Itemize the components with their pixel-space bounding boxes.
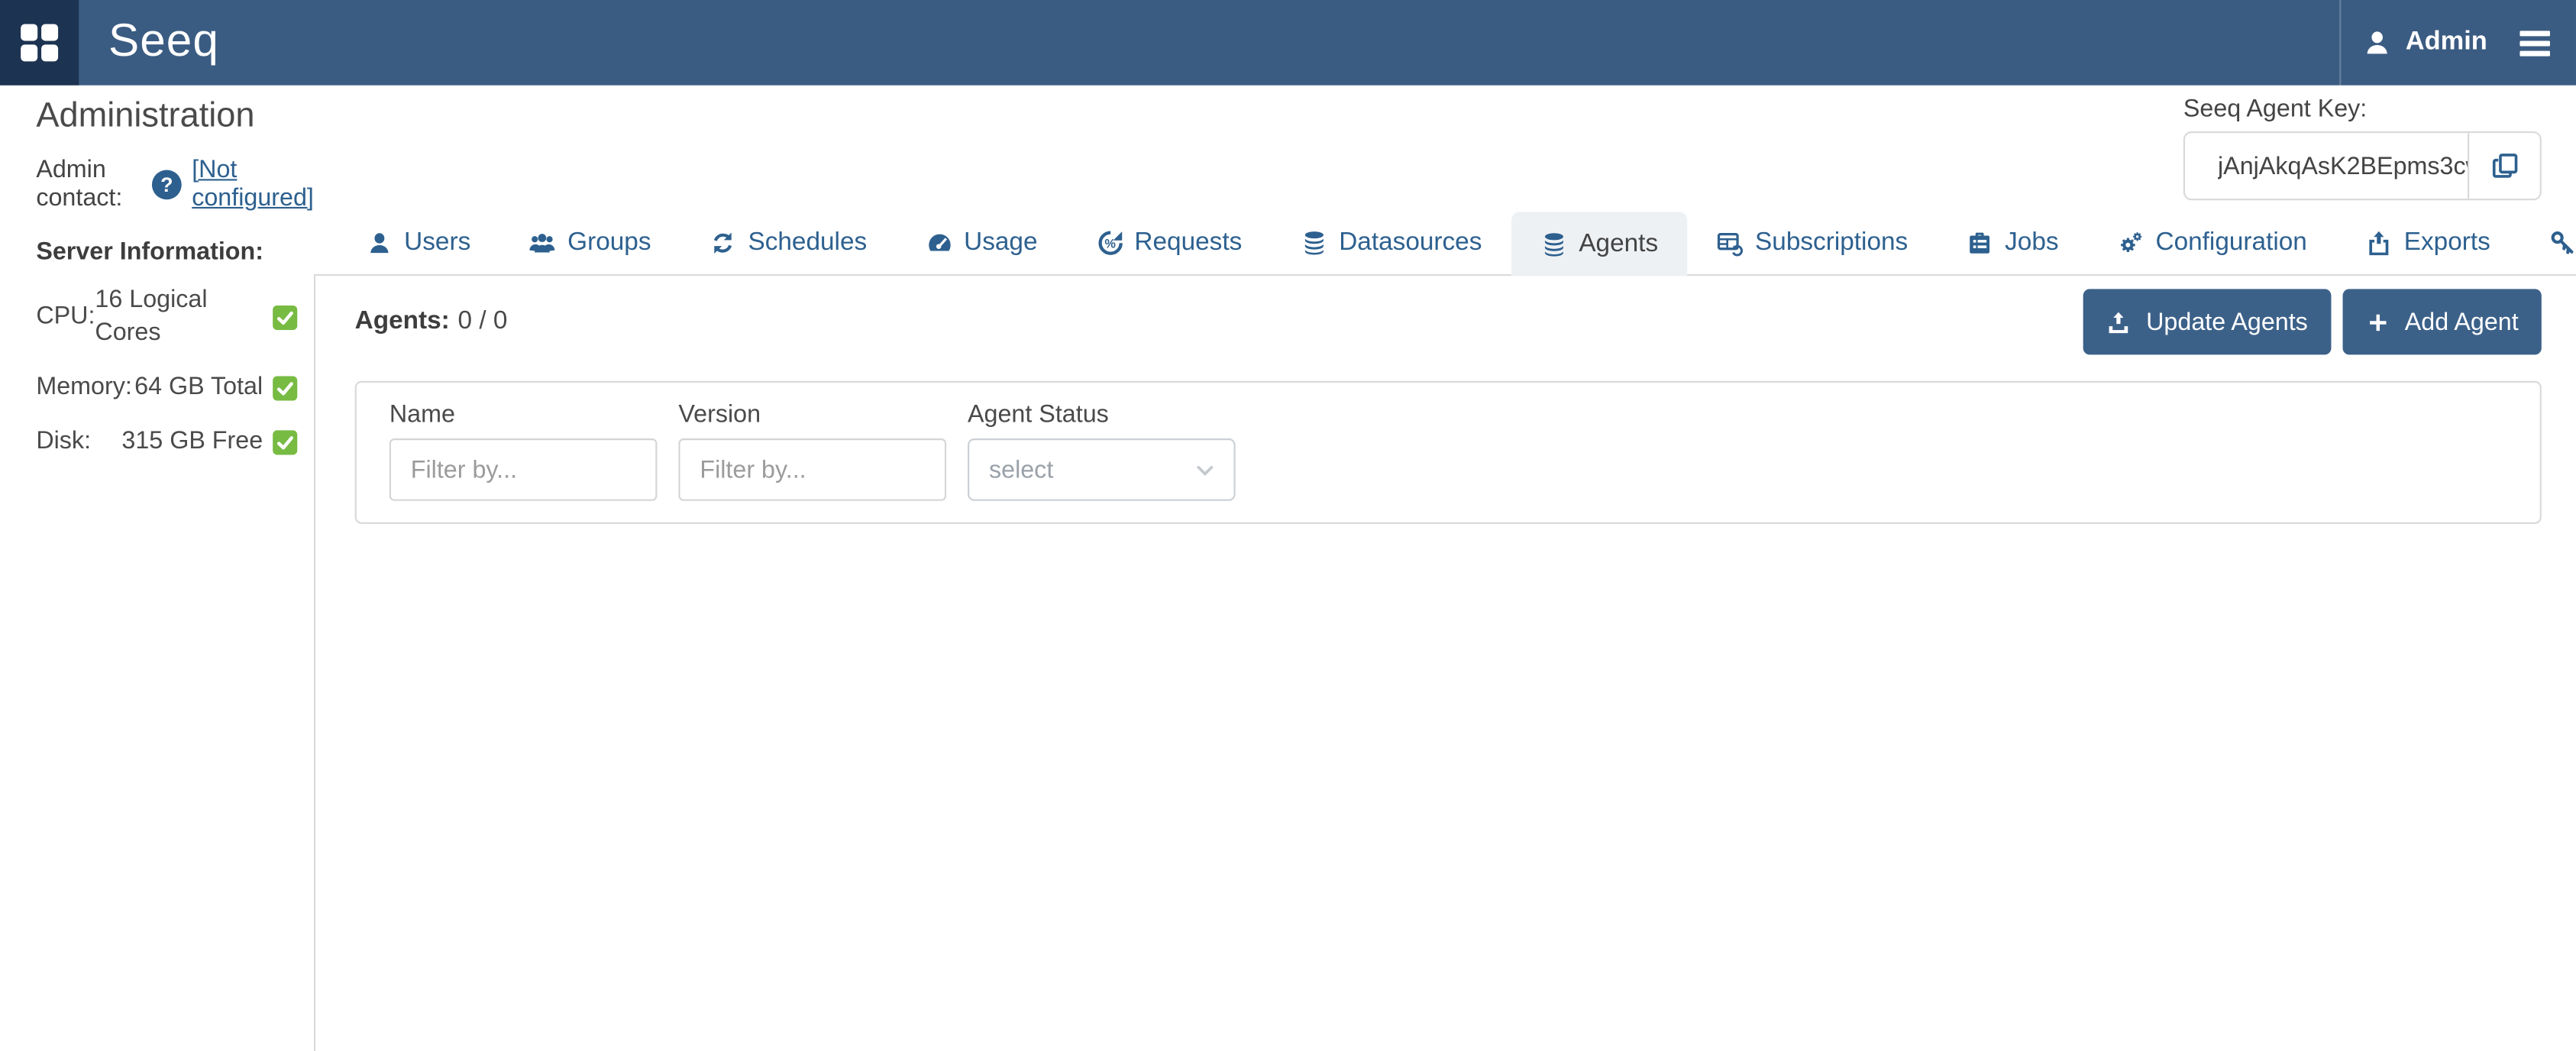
- app-switcher-button[interactable]: [0, 0, 79, 86]
- stat-label: Disk:: [36, 425, 91, 458]
- server-stats: CPU:16 Logical Cores Memory:64 GB Total Di…: [0, 284, 314, 458]
- check-icon: [273, 429, 297, 454]
- agent-key-label: Seeq Agent Key:: [2183, 95, 2542, 124]
- server-stat-row: Disk: 315 GB Free: [36, 425, 297, 458]
- stat-label: CPU:: [36, 300, 95, 333]
- tab-usage[interactable]: Usage: [897, 212, 1067, 274]
- server-info-title: Server Information:: [36, 237, 314, 270]
- tab-access-keys[interactable]: Access Keys: [2520, 212, 2576, 274]
- main-area: Seeq Agent Key: Users Groups Schedules Usag…: [314, 86, 2576, 1051]
- seeq-logo[interactable]: Seeq: [108, 14, 219, 71]
- tab-label: Agents: [1579, 229, 1658, 259]
- tab-groups[interactable]: Groups: [500, 212, 680, 274]
- agents-header-row: Agents: 0 / 0 Update Agents Add Agent: [355, 289, 2542, 354]
- update-agents-button[interactable]: Update Agents: [2083, 289, 2331, 354]
- check-icon: [273, 305, 297, 329]
- stat-value: 16 Logical Cores: [95, 284, 263, 350]
- tab-jobs[interactable]: Jobs: [1938, 212, 2088, 274]
- copy-icon: [2490, 151, 2519, 181]
- tab-label: Usage: [964, 228, 1037, 258]
- tab-label: Users: [404, 228, 470, 258]
- key-icon: [2549, 230, 2575, 256]
- add-agent-button[interactable]: Add Agent: [2342, 289, 2542, 354]
- database-icon: [1301, 230, 1327, 256]
- filter-label: Name: [389, 401, 658, 431]
- admin-contact-label: Admin contact:: [36, 156, 141, 212]
- filter-label: Agent Status: [968, 401, 1236, 431]
- top-navbar: Seeq Admin: [0, 0, 2576, 86]
- agents-count-value: 0 / 0: [458, 307, 508, 335]
- agents-count-heading: Agents: 0 / 0: [355, 307, 508, 337]
- tab-datasources[interactable]: Datasources: [1272, 212, 1511, 274]
- svg-text:?: ?: [160, 173, 173, 196]
- admin-contact-link[interactable]: [Not configured]: [192, 156, 314, 212]
- sync-icon: [710, 230, 736, 256]
- tachometer-icon: [926, 230, 952, 256]
- agent-key-input[interactable]: [2185, 133, 2468, 199]
- admin-tabs: Users Groups Schedules Usage% Requests Dataso…: [314, 212, 2576, 276]
- server-stat-row: CPU:16 Logical Cores: [36, 284, 297, 350]
- tab-label: Subscriptions: [1755, 228, 1908, 258]
- grid-icon: [18, 21, 61, 64]
- table-refresh-icon: [1718, 230, 1744, 256]
- gears-icon: [2118, 230, 2144, 256]
- user-menu-label: Admin: [2406, 28, 2487, 58]
- agent-key-group: [2183, 131, 2542, 200]
- tab-requests[interactable]: % Requests: [1067, 212, 1272, 274]
- tab-label: Configuration: [2155, 228, 2306, 258]
- filter-name: Name: [389, 401, 658, 501]
- tab-exports[interactable]: Exports: [2337, 212, 2520, 274]
- tab-label: Datasources: [1339, 228, 1482, 258]
- hamburger-icon: [2515, 25, 2555, 60]
- filter-version: Version: [678, 401, 946, 501]
- agents-actions: Update Agents Add Agent: [2083, 289, 2541, 354]
- plus-icon: [2365, 309, 2390, 334]
- tab-users[interactable]: Users: [337, 212, 500, 274]
- server-stat-row: Memory:64 GB Total: [36, 371, 297, 404]
- filter-label: Version: [678, 401, 946, 431]
- export-icon: [2366, 230, 2392, 256]
- page-title: Administration: [36, 94, 314, 138]
- admin-page: Seeq Admin Administration Admin contact:…: [0, 0, 2576, 1051]
- filter-name-input[interactable]: [389, 438, 658, 501]
- chevron-down-icon: [1193, 458, 1217, 482]
- percent-rotate-icon: %: [1097, 230, 1123, 256]
- tab-label: Groups: [567, 228, 651, 258]
- tab-subscriptions[interactable]: Subscriptions: [1688, 212, 1938, 274]
- filter-version-input[interactable]: [678, 438, 946, 501]
- stat-value: 64 GB Total: [134, 371, 263, 404]
- tab-schedules[interactable]: Schedules: [680, 212, 897, 274]
- database-icon: [1541, 231, 1567, 257]
- briefcase-icon: [1967, 230, 1993, 256]
- tab-label: Schedules: [748, 228, 867, 258]
- user-icon: [2363, 28, 2393, 58]
- hamburger-menu-button[interactable]: [2509, 25, 2576, 60]
- agents-count-label: Agents:: [355, 307, 450, 335]
- admin-contact-row: Admin contact: ? [Not configured]: [36, 156, 314, 212]
- filter-agent-status: Agent Status select: [968, 401, 1236, 501]
- upload-icon: [2107, 309, 2132, 334]
- check-icon: [273, 375, 297, 399]
- stat-label: Memory:: [36, 371, 132, 404]
- select-placeholder: select: [989, 456, 1053, 484]
- sidebar: Administration Admin contact: ? [Not con…: [0, 86, 314, 1051]
- copy-agent-key-button[interactable]: [2468, 133, 2540, 199]
- agents-tab-content: Agents: 0 / 0 Update Agents Add Agent Nam…: [314, 276, 2576, 1051]
- tab-configuration[interactable]: Configuration: [2088, 212, 2336, 274]
- filter-agent-status-select[interactable]: select: [968, 438, 1236, 501]
- question-icon: ?: [150, 168, 182, 199]
- agents-filter-panel: Name Version Agent Status select: [355, 381, 2542, 524]
- agent-key-block: Seeq Agent Key:: [2183, 95, 2542, 201]
- stat-value: 315 GB Free: [121, 425, 263, 458]
- tab-label: Jobs: [2005, 228, 2058, 258]
- user-menu[interactable]: Admin: [2342, 0, 2509, 86]
- tab-label: Exports: [2404, 228, 2490, 258]
- tab-label: Requests: [1134, 228, 1242, 258]
- tab-agents[interactable]: Agents: [1511, 212, 1688, 276]
- users-icon: [530, 230, 556, 256]
- svg-text:%: %: [1104, 238, 1115, 251]
- navbar-right: Admin: [2340, 0, 2576, 86]
- user-icon: [367, 230, 393, 256]
